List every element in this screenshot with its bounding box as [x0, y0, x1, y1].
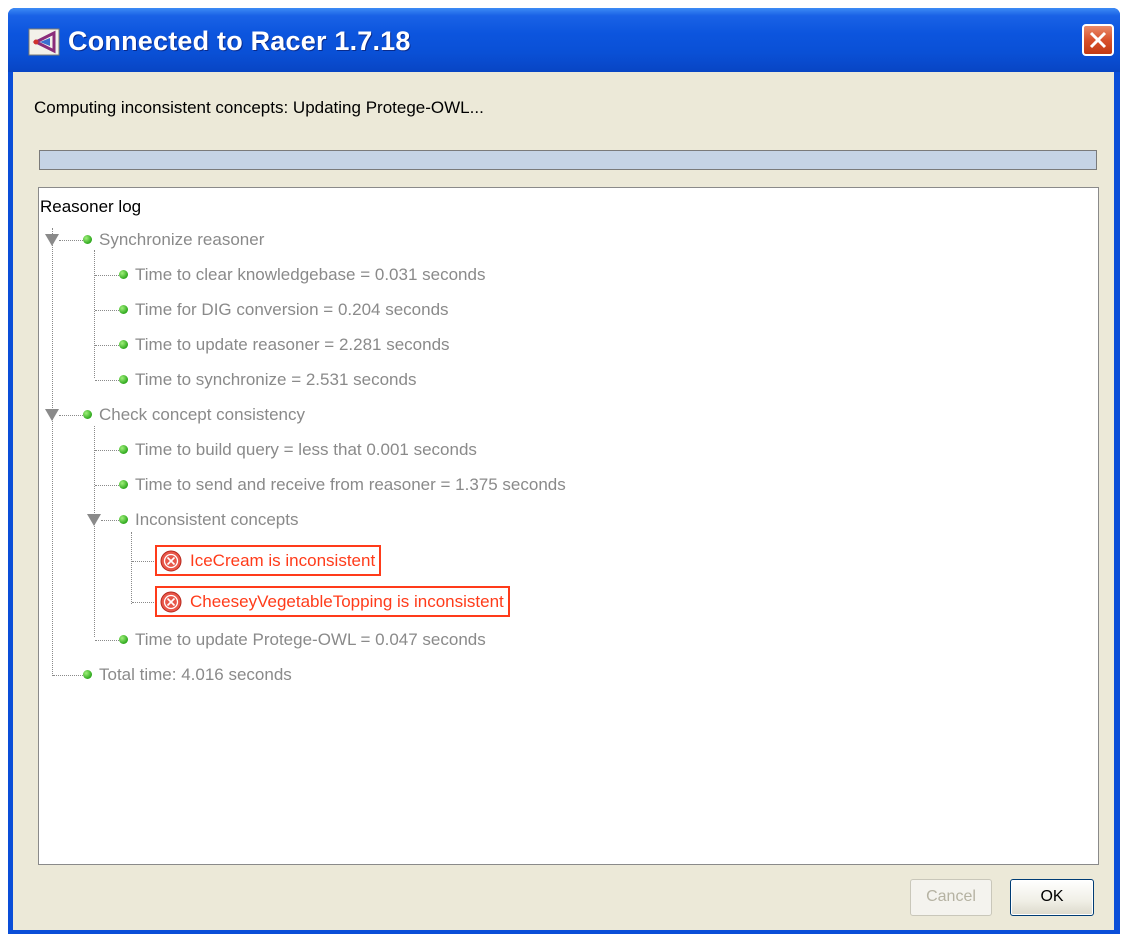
- tree-connector: [95, 485, 121, 486]
- tree-connector: [132, 561, 156, 562]
- tree-node-label: Inconsistent concepts: [135, 510, 299, 529]
- dialog-content: Computing inconsistent concepts: Updatin…: [13, 72, 1114, 930]
- tree-connector: [95, 640, 121, 641]
- error-x-icon: [160, 591, 182, 613]
- tree-connector: [95, 310, 121, 311]
- green-dot-icon: [119, 375, 128, 385]
- green-dot-icon: [83, 410, 92, 420]
- green-dot-icon: [119, 515, 128, 525]
- tree-node-error-icecream[interactable]: IceCream is inconsistent: [155, 545, 382, 576]
- tree-node-update-reasoner-time[interactable]: Time to update reasoner = 2.281 seconds: [119, 333, 450, 357]
- tree-connector: [101, 520, 121, 521]
- triangle-down-icon[interactable]: [45, 409, 59, 421]
- tree-node-total-time[interactable]: Total time: 4.016 seconds: [83, 663, 292, 687]
- green-dot-icon: [119, 270, 128, 280]
- tree-connector: [95, 450, 121, 451]
- tree-connector: [95, 380, 121, 381]
- green-dot-icon: [119, 445, 128, 455]
- log-title: Reasoner log: [40, 197, 142, 216]
- tree-node-dig-conversion-time[interactable]: Time for DIG conversion = 0.204 seconds: [119, 298, 449, 322]
- close-button[interactable]: [1082, 24, 1114, 56]
- green-dot-icon: [119, 340, 128, 350]
- tree-connector: [94, 250, 95, 378]
- green-dot-icon: [119, 305, 128, 315]
- tree-connector: [59, 415, 85, 416]
- tree-node-label: Time to clear knowledgebase = 0.031 seco…: [135, 265, 486, 284]
- reasoner-log-panel[interactable]: Reasoner log Synchronize reasoner Time t…: [38, 187, 1099, 865]
- error-x-icon: [160, 550, 182, 572]
- window-title: Connected to Racer 1.7.18: [68, 26, 411, 56]
- tree-node-check-concept-consistency[interactable]: Check concept consistency: [83, 403, 305, 427]
- tree-connector: [94, 426, 95, 637]
- background-app-strip: [0, 0, 1126, 8]
- error-label: IceCream is inconsistent: [190, 551, 376, 570]
- tree-node-inconsistent-concepts[interactable]: Inconsistent concepts: [119, 508, 298, 532]
- tree-connector: [52, 228, 53, 676]
- ok-button[interactable]: OK: [1010, 879, 1094, 916]
- progress-bar: [39, 150, 1097, 170]
- tree-node-label: Total time: 4.016 seconds: [99, 665, 292, 684]
- tree-connector: [59, 240, 85, 241]
- dialog-window: Connected to Racer 1.7.18 Computing inco…: [8, 8, 1120, 934]
- green-dot-icon: [119, 480, 128, 490]
- green-dot-icon: [83, 670, 92, 680]
- tree-node-clear-kb-time[interactable]: Time to clear knowledgebase = 0.031 seco…: [119, 263, 485, 287]
- title-bar[interactable]: Connected to Racer 1.7.18: [8, 8, 1120, 72]
- tree-node-label: Time to update Protege-OWL = 0.047 secon…: [135, 630, 486, 649]
- tree-connector: [132, 602, 156, 603]
- cancel-button[interactable]: Cancel: [910, 879, 992, 916]
- tree-connector: [131, 532, 132, 604]
- tree-node-label: Check concept consistency: [99, 405, 305, 424]
- green-dot-icon: [119, 635, 128, 645]
- progress-fill: [40, 151, 1096, 169]
- close-icon: [1089, 31, 1107, 49]
- tree-node-send-receive-time[interactable]: Time to send and receive from reasoner =…: [119, 473, 566, 497]
- green-dot-icon: [83, 235, 92, 245]
- tree-node-label: Time for DIG conversion = 0.204 seconds: [135, 300, 449, 319]
- protege-app-icon: [28, 28, 60, 56]
- tree-connector: [95, 345, 121, 346]
- tree-node-label: Time to build query = less that 0.001 se…: [135, 440, 477, 459]
- tree-connector: [53, 675, 85, 676]
- tree-node-label: Time to update reasoner = 2.281 seconds: [135, 335, 450, 354]
- status-text: Computing inconsistent concepts: Updatin…: [34, 98, 484, 117]
- tree-connector: [95, 275, 121, 276]
- tree-node-label: Time to synchronize = 2.531 seconds: [135, 370, 417, 389]
- tree-node-error-cheesey-vegetable-topping[interactable]: CheeseyVegetableTopping is inconsistent: [155, 586, 510, 617]
- triangle-down-icon[interactable]: [45, 234, 59, 246]
- tree-node-label: Time to send and receive from reasoner =…: [135, 475, 566, 494]
- tree-node-build-query-time[interactable]: Time to build query = less that 0.001 se…: [119, 438, 477, 462]
- tree-node-synchronize-reasoner[interactable]: Synchronize reasoner: [83, 228, 264, 252]
- tree-node-synchronize-time[interactable]: Time to synchronize = 2.531 seconds: [119, 368, 416, 392]
- error-label: CheeseyVegetableTopping is inconsistent: [190, 592, 504, 611]
- tree-node-update-protege-time[interactable]: Time to update Protege-OWL = 0.047 secon…: [119, 628, 486, 652]
- triangle-down-icon[interactable]: [87, 514, 101, 526]
- tree-node-label: Synchronize reasoner: [99, 230, 265, 249]
